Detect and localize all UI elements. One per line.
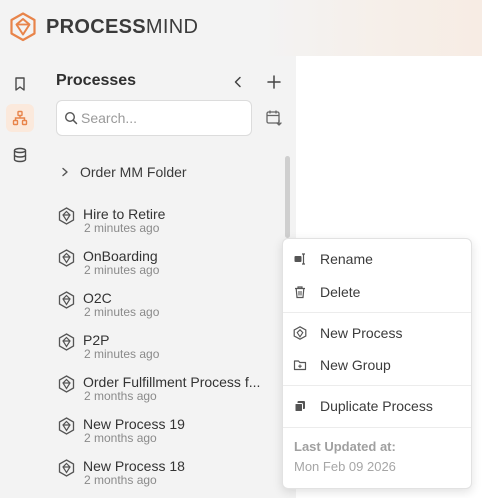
- rail-item-bookmarks[interactable]: [6, 70, 34, 98]
- process-icon: [58, 417, 75, 435]
- chevron-right-icon: [62, 167, 68, 177]
- database-icon: [13, 147, 27, 163]
- menu-item-duplicate[interactable]: Duplicate Process: [283, 394, 471, 418]
- last-updated-label: Last Updated at:: [294, 439, 396, 454]
- process-item[interactable]: Hire to Retire 2 minutes ago: [58, 206, 278, 240]
- brand-name-bold: PROCESS: [46, 15, 146, 38]
- menu-divider: [283, 385, 471, 386]
- calendar-filter-button[interactable]: [263, 107, 285, 129]
- process-time: 2 minutes ago: [84, 221, 160, 235]
- menu-divider: [283, 312, 471, 313]
- folder-plus-icon: [293, 360, 307, 371]
- process-item[interactable]: O2C 2 minutes ago: [58, 290, 278, 324]
- icon-rail: [0, 56, 40, 498]
- process-time: 2 minutes ago: [84, 263, 160, 277]
- process-name: New Process 19: [83, 416, 185, 432]
- process-time: 2 months ago: [84, 473, 157, 487]
- collapse-panel-button[interactable]: [227, 71, 249, 93]
- processes-panel: Processes Order MM Folder Hire to: [40, 56, 296, 498]
- last-updated-value: Mon Feb 09 2026: [294, 459, 396, 474]
- context-menu: Rename Delete New Process New Group Dupl…: [282, 238, 472, 489]
- process-item[interactable]: Order Fulfillment Process f... 2 months …: [58, 374, 278, 408]
- process-name: OnBoarding: [83, 248, 158, 264]
- rail-item-data[interactable]: [6, 141, 34, 169]
- duplicate-icon: [294, 401, 305, 412]
- top-bar: PROCESSMIND: [0, 0, 482, 56]
- folder-item[interactable]: Order MM Folder: [60, 162, 187, 182]
- process-name: P2P: [83, 332, 110, 348]
- process-icon: [58, 207, 75, 225]
- process-name: Hire to Retire: [83, 206, 166, 222]
- process-icon: [58, 291, 75, 309]
- process-name: New Process 18: [83, 458, 185, 474]
- menu-label: New Group: [320, 357, 391, 373]
- folder-label: Order MM Folder: [80, 164, 187, 180]
- process-item[interactable]: OnBoarding 2 minutes ago: [58, 248, 278, 282]
- process-time: 2 months ago: [84, 389, 157, 403]
- chevron-left-icon: [234, 76, 241, 88]
- menu-label: Delete: [320, 284, 361, 300]
- panel-title: Processes: [56, 72, 137, 89]
- process-icon: [58, 249, 75, 267]
- process-name: O2C: [83, 290, 112, 306]
- process-time: 2 minutes ago: [84, 347, 160, 361]
- rename-icon: [294, 253, 305, 265]
- search-box: [56, 100, 252, 136]
- process-time: 2 minutes ago: [84, 305, 160, 319]
- calendar-icon: [266, 110, 282, 126]
- menu-item-rename[interactable]: Rename: [283, 247, 471, 271]
- process-icon: [58, 333, 75, 351]
- process-time: 2 months ago: [84, 431, 157, 445]
- search-icon: [64, 111, 78, 125]
- process-name: Order Fulfillment Process f...: [83, 374, 261, 390]
- brand-name-light: MIND: [145, 15, 199, 38]
- processmind-logo-icon: [10, 12, 36, 42]
- process-icon: [293, 326, 307, 340]
- plus-icon: [267, 75, 281, 89]
- menu-item-new-process[interactable]: New Process: [283, 321, 471, 345]
- hierarchy-icon: [12, 110, 28, 126]
- menu-item-delete[interactable]: Delete: [283, 280, 471, 304]
- menu-label: Rename: [320, 251, 373, 267]
- process-item[interactable]: New Process 18 2 months ago: [58, 458, 278, 492]
- process-item[interactable]: P2P 2 minutes ago: [58, 332, 278, 366]
- add-process-button[interactable]: [263, 71, 285, 93]
- trash-icon: [295, 286, 305, 299]
- menu-label: Duplicate Process: [320, 398, 433, 414]
- brand-name: PROCESSMIND: [46, 16, 198, 39]
- rail-item-processes[interactable]: [6, 104, 34, 132]
- menu-label: New Process: [320, 325, 403, 341]
- process-icon: [58, 459, 75, 477]
- bookmark-icon: [15, 77, 25, 91]
- menu-item-new-group[interactable]: New Group: [283, 353, 471, 377]
- search-input[interactable]: [81, 109, 241, 127]
- menu-divider: [283, 427, 471, 428]
- scrollbar[interactable]: [285, 156, 290, 238]
- brand: PROCESSMIND: [9, 12, 198, 42]
- process-item[interactable]: New Process 19 2 months ago: [58, 416, 278, 450]
- process-icon: [58, 375, 75, 393]
